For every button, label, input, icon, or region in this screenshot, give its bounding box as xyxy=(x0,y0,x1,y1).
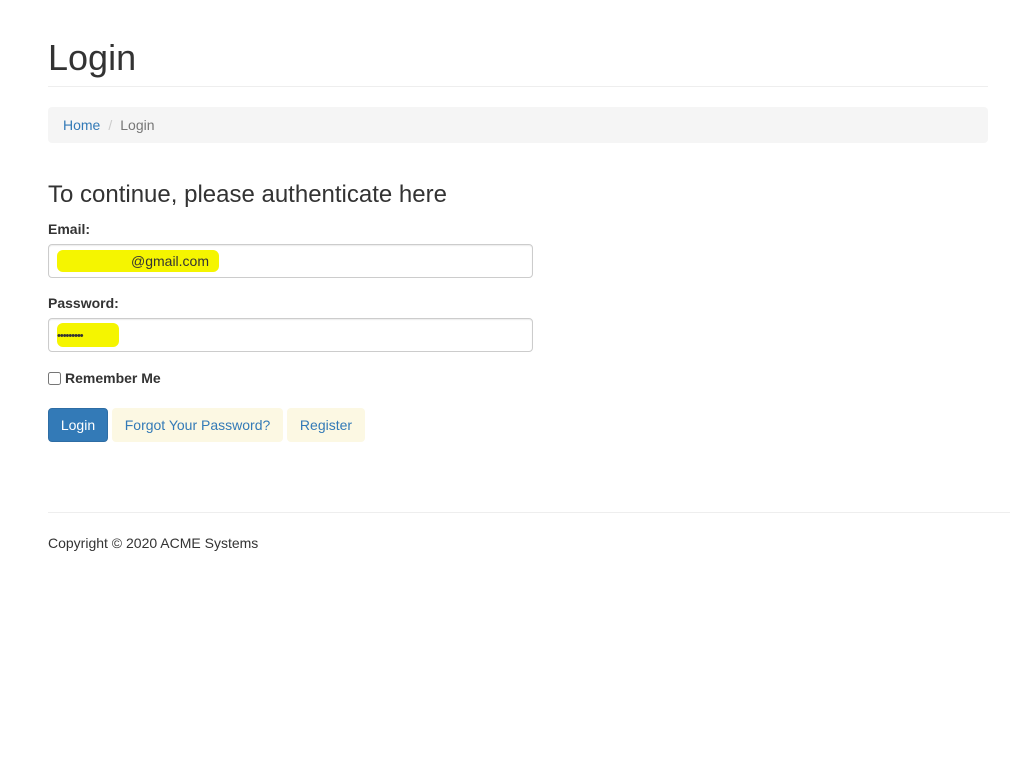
password-field[interactable]: ••••••••• xyxy=(48,318,533,352)
password-value: ••••••••• xyxy=(57,323,119,347)
breadcrumb-current: Login xyxy=(120,117,155,133)
login-button[interactable]: Login xyxy=(48,408,108,442)
breadcrumb-home-link[interactable]: Home xyxy=(63,117,100,133)
breadcrumb-separator: / xyxy=(108,117,113,133)
remember-me[interactable]: Remember Me xyxy=(48,370,161,386)
footer-divider xyxy=(48,512,1010,513)
remember-me-checkbox[interactable] xyxy=(48,371,61,385)
auth-heading: To continue, please authenticate here xyxy=(48,181,447,208)
page-title: Login xyxy=(48,37,137,78)
copyright-text: Copyright © 2020 ACME Systems xyxy=(48,535,259,551)
login-page: Login Home / Login To continue, please a… xyxy=(0,0,1010,783)
password-label: Password: xyxy=(48,295,119,311)
email-field[interactable]: @gmail.com xyxy=(48,244,533,278)
password-value-text: ••••••••• xyxy=(57,330,84,342)
breadcrumb: Home / Login xyxy=(48,107,988,143)
title-divider xyxy=(48,86,988,87)
email-label: Email: xyxy=(48,221,91,237)
forgot-password-button[interactable]: Forgot Your Password? xyxy=(112,408,283,442)
email-value: @gmail.com xyxy=(57,250,219,272)
email-value-text: @gmail.com xyxy=(131,253,210,269)
remember-me-label: Remember Me xyxy=(65,370,161,386)
register-button[interactable]: Register xyxy=(287,408,365,442)
